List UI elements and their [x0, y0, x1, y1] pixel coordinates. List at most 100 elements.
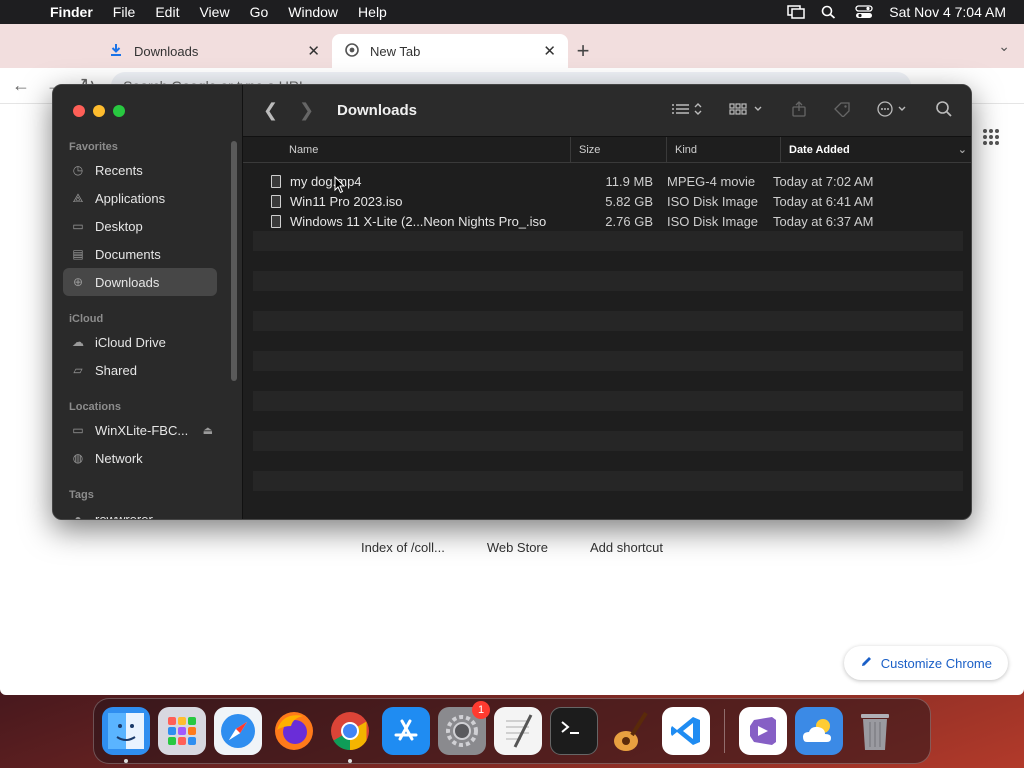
- back-arrow-icon[interactable]: ←: [12, 75, 30, 96]
- sidebar-item-network[interactable]: ◍ Network: [63, 444, 217, 472]
- close-tab-icon[interactable]: ✕: [307, 42, 320, 60]
- launchpad-app-icon[interactable]: [158, 707, 206, 755]
- sidebar-item-tag[interactable]: ● rewwrerer: [63, 505, 217, 520]
- file-kind: MPEG-4 movie: [667, 173, 756, 189]
- sidebar-item-label: iCloud Drive: [95, 334, 166, 350]
- search-icon[interactable]: [935, 100, 953, 121]
- finder-window: Favorites ◷ Recents ⟁ Applications ▭ Des…: [52, 84, 972, 520]
- vscode-app-icon[interactable]: [662, 707, 710, 755]
- file-list: my dog.mp4 11.9 MB MPEG-4 movie Today at…: [253, 171, 963, 231]
- applications-icon: ⟁: [72, 190, 84, 205]
- sidebar-item-shared[interactable]: ▱ Shared: [63, 356, 217, 384]
- sidebar-item-downloads[interactable]: ⊕ Downloads: [63, 268, 217, 296]
- menu-app-name[interactable]: Finder: [40, 4, 103, 20]
- column-date-added[interactable]: Date Added ⌄: [781, 137, 971, 162]
- chrome-app-icon[interactable]: [326, 707, 374, 763]
- control-center-icon[interactable]: [855, 5, 873, 19]
- file-name: my dog.mp4: [290, 173, 362, 189]
- trash-icon[interactable]: [851, 707, 899, 755]
- shortcut-web-store[interactable]: Web Store: [487, 540, 548, 555]
- sidebar-section-locations: Locations: [69, 401, 121, 413]
- tag-icon[interactable]: [833, 101, 851, 120]
- eject-icon[interactable]: ⏏: [203, 424, 213, 437]
- menu-file[interactable]: File: [103, 4, 146, 20]
- shared-folder-icon: ▱: [73, 363, 83, 377]
- more-actions-icon[interactable]: [877, 101, 909, 120]
- tab-new-tab[interactable]: New Tab ✕: [332, 34, 568, 68]
- finder-toolbar: ❮ ❯ Downloads: [243, 85, 971, 137]
- sidebar-item-label: Documents: [95, 246, 161, 262]
- list-view-icon[interactable]: [671, 102, 703, 119]
- menu-window[interactable]: Window: [278, 4, 348, 20]
- sidebar-scrollbar[interactable]: [231, 141, 237, 381]
- drive-icon: ▭: [72, 423, 84, 437]
- customize-chrome-button[interactable]: Customize Chrome: [843, 646, 1008, 680]
- file-date: Today at 6:41 AM: [773, 193, 874, 209]
- file-row[interactable]: Windows 11 X-Lite (2...Neon Nights Pro_.…: [253, 211, 963, 231]
- safari-app-icon[interactable]: [214, 707, 262, 755]
- running-indicator: [124, 759, 128, 763]
- sidebar-item-desktop[interactable]: ▭ Desktop: [63, 212, 217, 240]
- sidebar-section-tags: Tags: [69, 489, 94, 501]
- visual-studio-app-icon[interactable]: [739, 707, 787, 755]
- window-title: Downloads: [337, 102, 418, 119]
- menu-help[interactable]: Help: [348, 4, 397, 20]
- column-kind[interactable]: Kind: [667, 137, 781, 162]
- terminal-app-icon[interactable]: [550, 707, 598, 755]
- screen-mirroring-icon[interactable]: [787, 5, 806, 19]
- column-name[interactable]: Name: [243, 137, 571, 162]
- forward-chevron-icon[interactable]: ❯: [299, 100, 335, 121]
- sidebar-item-winxlite-drive[interactable]: ▭ WinXLite-FBC... ⏏: [63, 416, 217, 444]
- share-icon[interactable]: [791, 101, 807, 120]
- sidebar-item-label: Applications: [95, 190, 166, 206]
- sidebar-item-icloud-drive[interactable]: ☁ iCloud Drive: [63, 328, 217, 356]
- close-tab-icon[interactable]: ✕: [543, 42, 556, 60]
- clock-icon: ◷: [72, 163, 84, 177]
- file-row[interactable]: Win11 Pro 2023.iso 5.82 GB ISO Disk Imag…: [253, 191, 963, 211]
- firefox-app-icon[interactable]: [270, 707, 318, 755]
- menu-view[interactable]: View: [189, 4, 239, 20]
- close-window-button[interactable]: [73, 105, 85, 117]
- sidebar-item-label: rewwrerer: [95, 511, 153, 520]
- sort-chevron-icon: ⌄: [957, 144, 967, 156]
- running-indicator: [348, 759, 352, 763]
- menu-edit[interactable]: Edit: [145, 4, 189, 20]
- clock-datetime[interactable]: Sat Nov 4 7:04 AM: [889, 4, 1006, 20]
- app-store-app-icon[interactable]: [382, 707, 430, 755]
- garageband-app-icon[interactable]: [606, 707, 654, 755]
- back-chevron-icon[interactable]: ❮: [263, 100, 299, 121]
- pencil-icon: [860, 655, 873, 671]
- system-settings-app-icon[interactable]: 1: [438, 701, 490, 755]
- file-date: Today at 6:37 AM: [773, 213, 874, 229]
- network-icon: ◍: [72, 451, 84, 465]
- sidebar-item-documents[interactable]: ▤ Documents: [63, 240, 217, 268]
- tab-downloads[interactable]: Downloads ✕: [96, 34, 332, 68]
- cloud-icon: ☁: [72, 335, 84, 349]
- mouse-cursor-icon: [334, 175, 346, 197]
- textedit-app-icon[interactable]: [494, 707, 542, 755]
- zoom-window-button[interactable]: [113, 105, 125, 117]
- group-by-icon[interactable]: [729, 102, 765, 119]
- new-tab-button[interactable]: +: [568, 34, 598, 68]
- spotlight-search-icon[interactable]: [821, 5, 839, 19]
- sidebar-item-recents[interactable]: ◷ Recents: [63, 156, 217, 184]
- weather-app-icon[interactable]: [795, 707, 843, 755]
- file-row[interactable]: my dog.mp4 11.9 MB MPEG-4 movie Today at…: [253, 171, 963, 191]
- tab-search-chevron-icon[interactable]: ⌄: [998, 38, 1010, 55]
- shortcut-index[interactable]: Index of /coll...: [361, 540, 445, 555]
- finder-app-icon[interactable]: [102, 707, 150, 763]
- dock-separator: [724, 709, 725, 753]
- sidebar-item-label: Shared: [95, 362, 137, 378]
- menu-bar: Finder File Edit View Go Window Help Sat…: [0, 0, 1024, 24]
- sidebar-item-applications[interactable]: ⟁ Applications: [63, 184, 217, 212]
- tab-title: New Tab: [370, 43, 421, 59]
- minimize-window-button[interactable]: [93, 105, 105, 117]
- file-size: 11.9 MB: [605, 173, 653, 189]
- finder-sidebar: Favorites ◷ Recents ⟁ Applications ▭ Des…: [53, 85, 243, 520]
- google-apps-grid-icon[interactable]: [982, 128, 1000, 151]
- column-size[interactable]: Size: [571, 137, 667, 162]
- disk-image-file-icon: [271, 194, 281, 208]
- menu-go[interactable]: Go: [240, 4, 279, 20]
- chrome-icon: [344, 42, 360, 60]
- shortcut-add[interactable]: Add shortcut: [590, 540, 663, 555]
